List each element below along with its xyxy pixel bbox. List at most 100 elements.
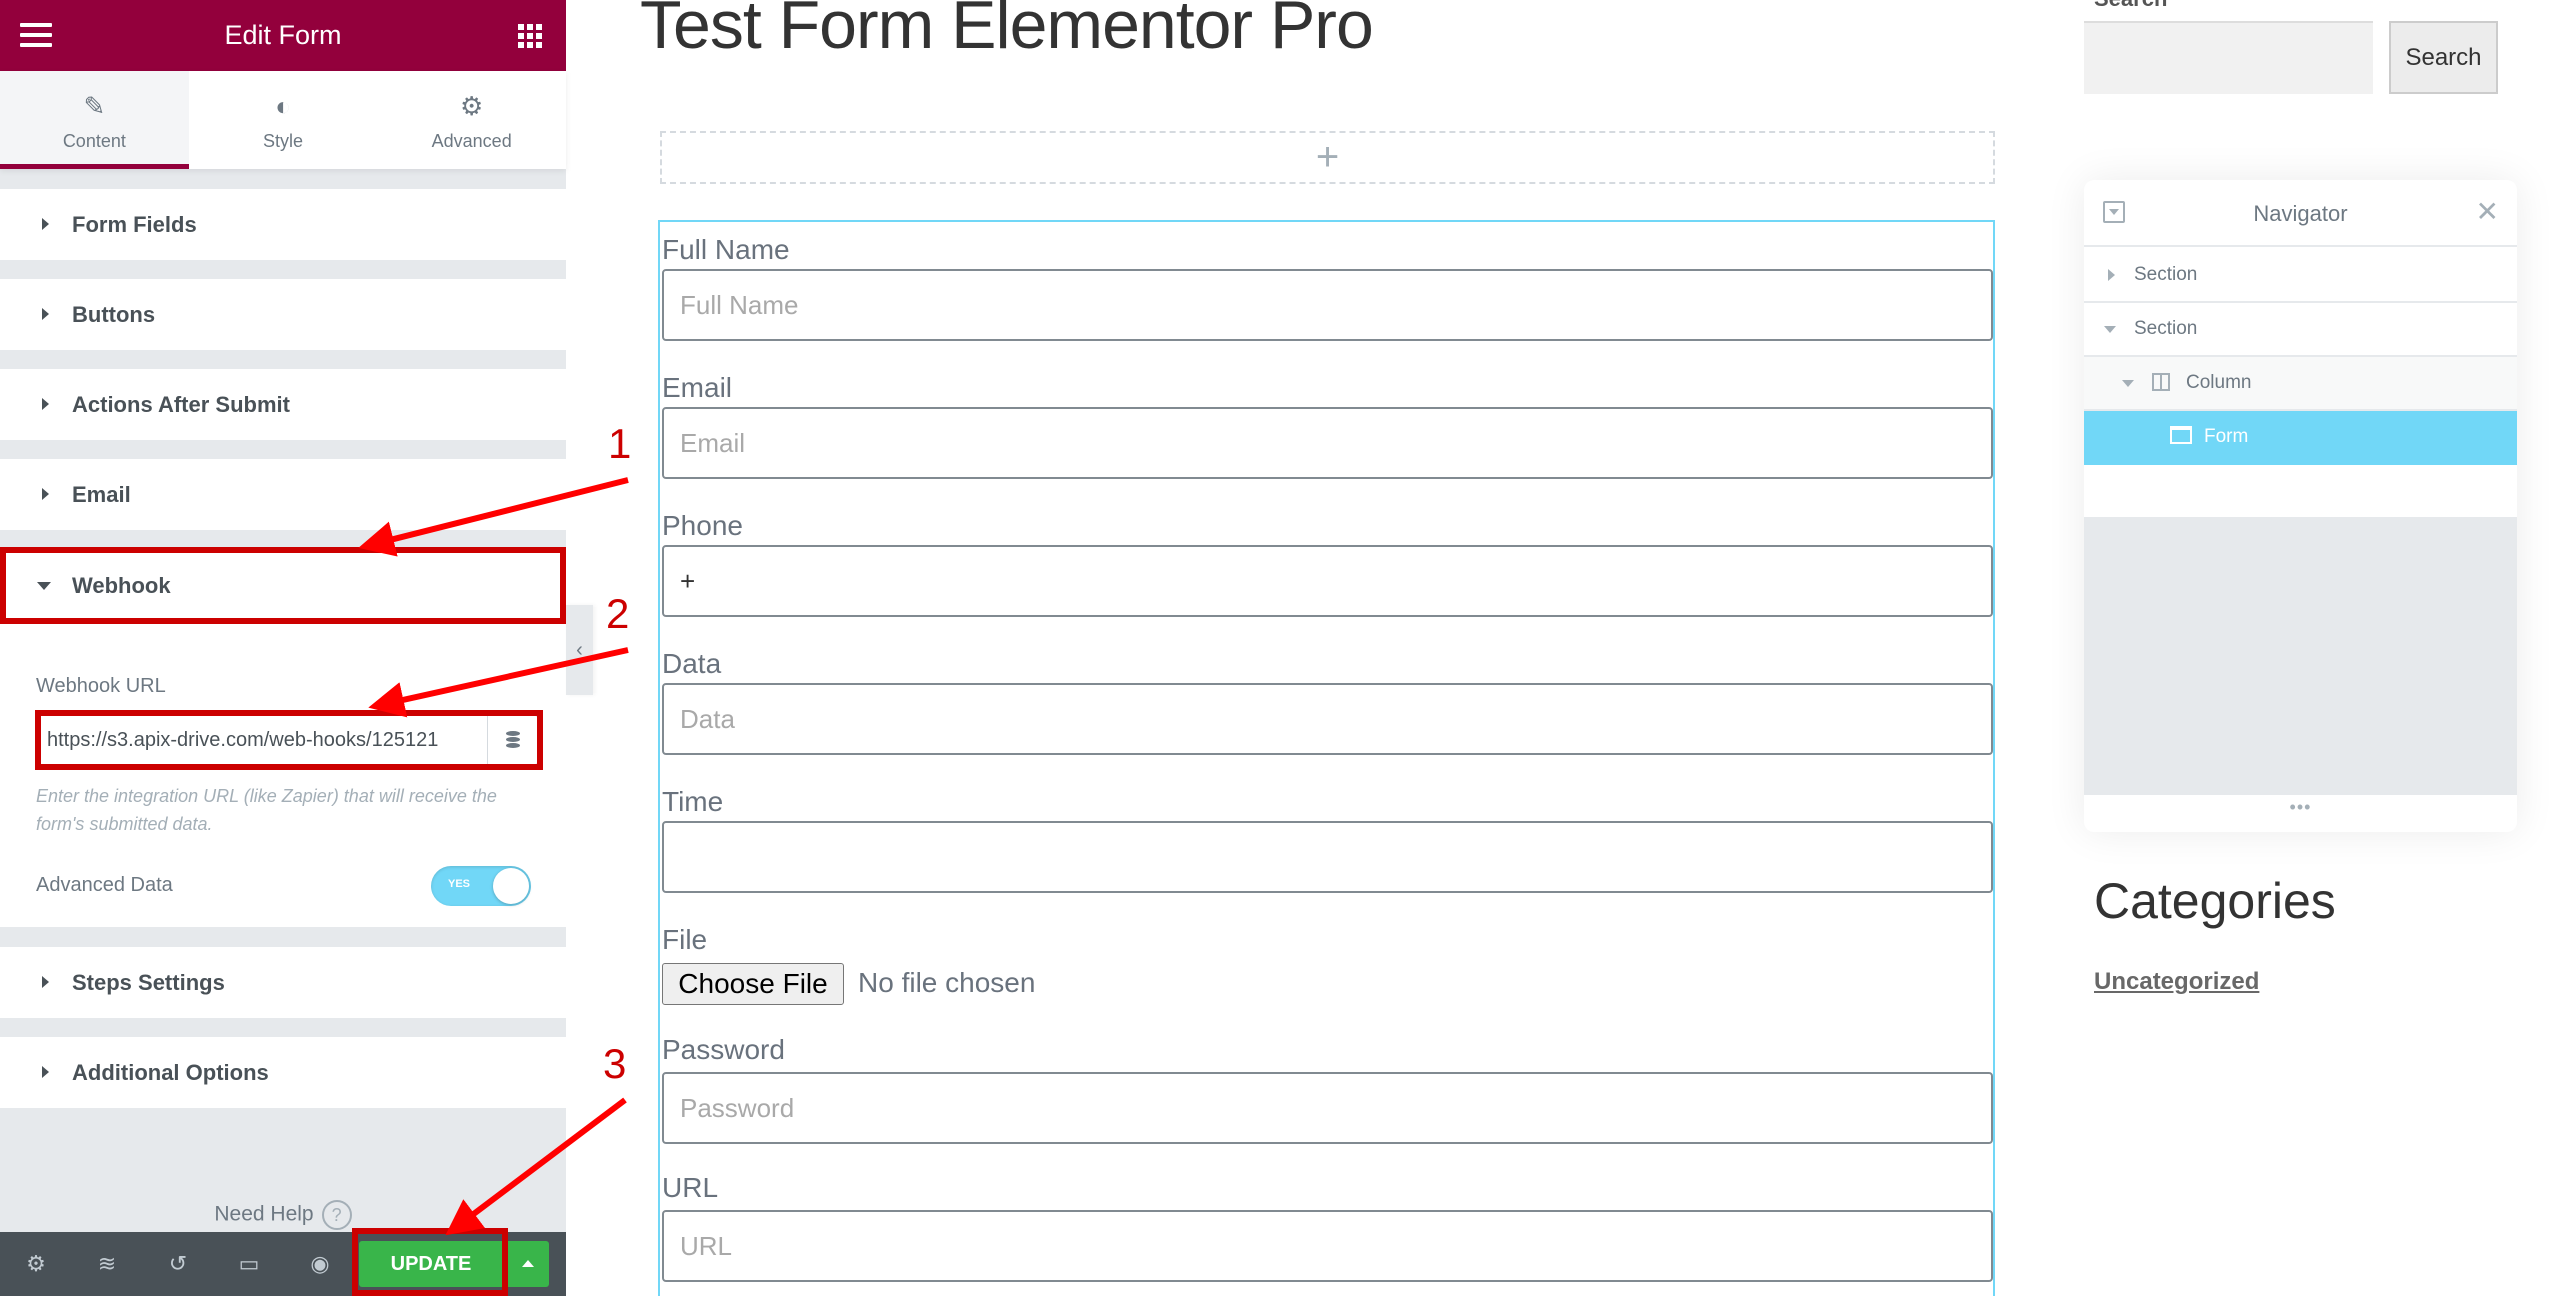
editor-panel: Edit Form ✎ Content ◐ Style ⚙ Advanced F…	[0, 0, 566, 1296]
phone-input[interactable]	[662, 545, 1993, 617]
categories-heading: Categories	[2094, 873, 2336, 929]
need-help-link[interactable]: Need Help?	[0, 1200, 566, 1230]
tab-style[interactable]: ◐ Style	[189, 71, 378, 169]
annotation-number-2: 2	[606, 590, 630, 637]
section-label: Webhook	[72, 573, 171, 598]
field-label-file: File	[662, 924, 708, 955]
data-input[interactable]	[662, 683, 1993, 755]
full-name-input[interactable]	[662, 269, 1993, 341]
navigator-item-form[interactable]: Form	[2084, 411, 2517, 465]
section-webhook[interactable]: Webhook	[0, 550, 566, 621]
search-widget-label: Search	[2094, 0, 2167, 12]
webhook-settings: Webhook URL Enter the integration URL (l…	[0, 622, 566, 927]
close-icon[interactable]: ✕	[2476, 180, 2499, 244]
help-circle-icon: ?	[321, 1200, 352, 1230]
gear-icon: ⚙	[460, 91, 484, 121]
search-button[interactable]: Search	[2389, 21, 2498, 94]
caret-right-icon	[42, 488, 49, 500]
page-title: Test Form Elementor Pro	[640, 0, 1374, 63]
section-actions-after-submit[interactable]: Actions After Submit	[0, 369, 566, 440]
section-buttons[interactable]: Buttons	[0, 279, 566, 350]
form-widget[interactable]: Full Name Email Phone Data Time File Cho…	[658, 220, 1995, 1296]
navigator-header[interactable]: Navigator ✕	[2084, 180, 2517, 247]
navigator-item-section[interactable]: Section	[2084, 303, 2517, 357]
caret-right-icon	[42, 308, 49, 320]
collapse-panel-chevron-icon[interactable]: ‹	[566, 605, 593, 695]
field-label-phone: Phone	[662, 510, 743, 541]
add-section-area[interactable]: +	[660, 131, 1995, 184]
webhook-url-control	[38, 715, 538, 765]
field-label-full-name: Full Name	[662, 234, 790, 265]
section-label: Form Fields	[72, 212, 197, 237]
history-icon[interactable]: ↺	[148, 1232, 208, 1296]
toggle-text: YES	[448, 878, 471, 890]
section-label: Actions After Submit	[72, 392, 290, 417]
update-options-caret-icon[interactable]	[507, 1241, 549, 1287]
section-form-fields[interactable]: Form Fields	[0, 189, 566, 260]
webhook-url-label: Webhook URL	[36, 675, 166, 697]
panel-header: Edit Form	[0, 0, 566, 71]
database-icon	[505, 731, 520, 749]
tab-advanced-label: Advanced	[431, 131, 512, 151]
field-label-time: Time	[662, 786, 724, 817]
email-input[interactable]	[662, 407, 1993, 479]
section-email[interactable]: Email	[0, 459, 566, 530]
webhook-url-input[interactable]	[39, 716, 487, 764]
navigator-item-section[interactable]: Section	[2084, 249, 2517, 303]
caret-down-icon	[37, 582, 51, 590]
panel-footer: ⚙ ≋ ↺ ▭ ◉ UPDATE	[0, 1232, 566, 1296]
caret-down-icon[interactable]	[2104, 326, 2116, 333]
navigator-panel: Navigator ✕ Section Section Column Form …	[2084, 180, 2517, 832]
panel-title: Edit Form	[224, 20, 342, 50]
url-input[interactable]	[662, 1210, 1993, 1282]
caret-right-icon	[42, 218, 49, 230]
grid-icon[interactable]	[518, 24, 542, 48]
form-icon	[2170, 426, 2192, 444]
tab-content[interactable]: ✎ Content	[0, 71, 189, 169]
plus-icon: +	[1315, 135, 1340, 179]
tab-advanced[interactable]: ⚙ Advanced	[377, 71, 566, 169]
section-steps-settings[interactable]: Steps Settings	[0, 947, 566, 1018]
update-button[interactable]: UPDATE	[359, 1241, 503, 1287]
responsive-mode-icon[interactable]: ▭	[219, 1232, 279, 1296]
section-label: Steps Settings	[72, 970, 225, 995]
field-label-data: Data	[662, 648, 722, 679]
choose-file-button[interactable]: Choose File	[662, 963, 844, 1005]
resize-handle-icon[interactable]: •••	[2084, 795, 2517, 832]
navigator-item-label: Section	[2134, 318, 2198, 339]
field-label-url: URL	[662, 1172, 719, 1203]
column-icon	[2152, 373, 2170, 391]
navigator-title: Navigator	[2253, 201, 2348, 226]
section-additional-options[interactable]: Additional Options	[0, 1037, 566, 1108]
navigator-item-label: Section	[2134, 264, 2198, 285]
section-label: Additional Options	[72, 1060, 269, 1085]
annotation-number-3: 3	[603, 1040, 627, 1087]
navigator-item-column[interactable]: Column	[2084, 357, 2517, 411]
pencil-icon: ✎	[83, 91, 106, 121]
caret-right-icon	[42, 1066, 49, 1078]
settings-icon[interactable]: ⚙	[6, 1232, 66, 1296]
caret-right-icon	[42, 976, 49, 988]
navigator-layers-icon[interactable]: ≋	[77, 1232, 137, 1296]
file-status-text: No file chosen	[858, 967, 1036, 998]
section-label: Buttons	[72, 302, 156, 327]
navigator-empty-area	[2084, 517, 2517, 795]
field-label-email: Email	[662, 372, 733, 403]
preview-eye-icon[interactable]: ◉	[290, 1232, 350, 1296]
category-link[interactable]: Uncategorized	[2094, 968, 2259, 996]
dynamic-tags-button[interactable]	[487, 716, 537, 764]
need-help-text: Need Help	[214, 1202, 314, 1226]
tab-style-label: Style	[262, 131, 304, 151]
password-input[interactable]	[662, 1072, 1993, 1144]
search-input[interactable]	[2084, 21, 2373, 94]
advanced-data-label: Advanced Data	[36, 874, 173, 896]
field-label-password: Password	[662, 1034, 785, 1065]
caret-right-icon	[42, 398, 49, 410]
navigator-item-label: Form	[2204, 426, 2249, 447]
caret-down-icon[interactable]	[2122, 380, 2134, 387]
advanced-data-toggle[interactable]: YES	[431, 866, 531, 906]
panel-tabs: ✎ Content ◐ Style ⚙ Advanced	[0, 71, 566, 169]
caret-right-icon[interactable]	[2108, 269, 2115, 281]
navigator-item-label: Column	[2186, 372, 2252, 393]
time-input[interactable]	[662, 821, 1993, 893]
